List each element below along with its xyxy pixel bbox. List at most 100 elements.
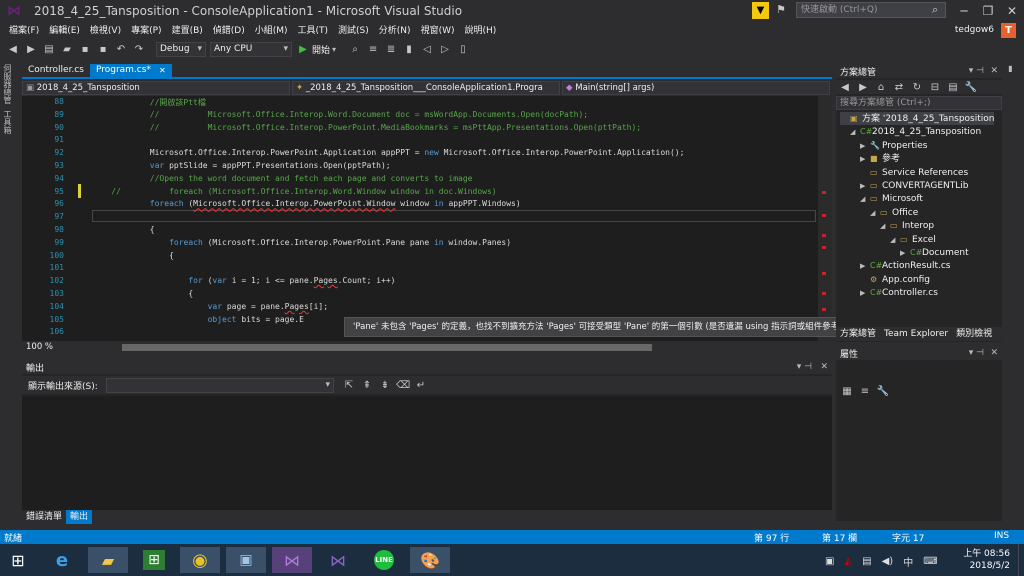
tab-controller-cs[interactable]: Controller.cs <box>22 64 90 77</box>
tree-node[interactable]: ▶ C#Controller.cs <box>860 286 938 299</box>
menu-item[interactable]: 說明(H) <box>459 22 501 40</box>
feedback-icon[interactable]: ⚑ <box>776 3 786 16</box>
store-icon[interactable]: ⊞ <box>134 547 174 573</box>
expand-toggle-icon[interactable]: ◢ <box>870 207 880 220</box>
quick-launch-input[interactable]: 快速啟動 (Ctrl+Q) <box>796 2 946 18</box>
method-select[interactable]: ◆ Main(string[] args) <box>562 81 830 95</box>
menu-item[interactable]: 建置(B) <box>167 22 208 40</box>
notification-flag-icon[interactable]: ▼ <box>752 2 769 19</box>
start-button[interactable]: 開始 <box>312 43 330 56</box>
show-all-icon[interactable]: ▤ <box>946 80 960 94</box>
keyboard-icon[interactable]: ⌨ <box>923 556 937 567</box>
close-icon[interactable]: ✕ <box>159 64 166 77</box>
menu-item[interactable]: 測試(S) <box>333 22 374 40</box>
open-folder-icon[interactable]: ▰ <box>60 42 74 56</box>
menu-item[interactable]: 編輯(E) <box>44 22 85 40</box>
horizontal-scrollbar[interactable] <box>122 344 652 351</box>
code-line[interactable]: foreach (Microsoft.Office.Interop.PowerP… <box>92 199 521 208</box>
comment-icon[interactable]: ≡ <box>366 42 380 56</box>
word-wrap-icon[interactable]: ↵ <box>414 378 428 392</box>
tab-output[interactable]: 輸出 <box>66 510 93 524</box>
redo-icon[interactable]: ↷ <box>132 42 146 56</box>
go-to-message-icon[interactable]: ⇱ <box>342 378 356 392</box>
tree-node[interactable]: ▶ C#ActionResult.cs <box>860 259 951 272</box>
tree-node[interactable]: ◢ ▭ Microsoft <box>860 192 923 205</box>
expand-toggle-icon[interactable]: ◢ <box>890 234 900 247</box>
code-line[interactable]: // Microsoft.Office.Interop.PowerPoint.M… <box>92 123 641 132</box>
output-text[interactable] <box>22 396 832 510</box>
start-icon[interactable]: ▶ <box>296 42 310 56</box>
bookmark-icon[interactable]: ▮ <box>402 42 416 56</box>
close-icon[interactable]: ✕ <box>990 66 998 76</box>
avatar[interactable]: T <box>1001 23 1016 38</box>
menu-item[interactable]: 工具(T) <box>293 22 334 40</box>
close-icon[interactable]: ✕ <box>990 348 998 358</box>
visual-studio-icon[interactable]: ⋈ <box>272 547 312 573</box>
user-name[interactable]: tedgow6 <box>955 25 994 35</box>
tray-app-icon[interactable]: ▣ <box>825 556 834 567</box>
pin-icon[interactable]: ▾ ⊣ <box>969 66 984 76</box>
expand-toggle-icon[interactable]: ◢ <box>880 220 890 233</box>
platform-select[interactable]: Any CPU <box>210 41 292 57</box>
code-line[interactable]: // Microsoft.Office.Interop.Word.Documen… <box>92 110 588 119</box>
code-line[interactable]: { <box>92 225 155 234</box>
tree-node[interactable]: ⚙ App.config <box>860 273 930 286</box>
show-desktop-button[interactable] <box>1018 544 1024 576</box>
close-icon[interactable]: ✕ <box>1000 1 1024 21</box>
prev-bookmark-icon[interactable]: ◁ <box>420 42 434 56</box>
file-explorer-icon[interactable]: ▰ <box>88 547 128 573</box>
clock[interactable]: 上午 08:56 2018/5/2 <box>962 548 1010 572</box>
tab-team-explorer[interactable]: Team Explorer <box>880 327 952 341</box>
save-icon[interactable]: ▪ <box>78 42 92 56</box>
volume-icon[interactable]: ◀) <box>882 556 894 567</box>
categorized-icon[interactable]: ▦ <box>840 384 854 398</box>
uncomment-icon[interactable]: ≣ <box>384 42 398 56</box>
refresh-icon[interactable]: ↻ <box>910 80 924 94</box>
forward-icon[interactable]: ▶ <box>24 42 38 56</box>
expand-toggle-icon[interactable]: ▶ <box>860 180 870 193</box>
home-icon[interactable]: ⌂ <box>874 80 888 94</box>
expand-toggle-icon[interactable]: ▶ <box>860 287 870 300</box>
code-line[interactable]: for (var i = 1; i <= pane.Pages.Count; i… <box>92 276 395 285</box>
visual-studio-installer-icon[interactable]: ⋈ <box>318 547 358 573</box>
menu-item[interactable]: 檔案(F) <box>4 22 44 40</box>
tab-program-cs[interactable]: Program.cs* ✕ <box>89 64 172 77</box>
menu-item[interactable]: 分析(N) <box>374 22 416 40</box>
save-all-icon[interactable]: ▪ <box>96 42 110 56</box>
collapse-icon[interactable]: ⊟ <box>928 80 942 94</box>
tray-antivirus-icon[interactable]: ◭ <box>844 556 852 567</box>
internet-explorer-icon[interactable]: e <box>42 547 82 573</box>
tree-node[interactable]: ▶ ▭ CONVERTAGENTLib <box>860 179 968 192</box>
zoom-level[interactable]: 100 % <box>26 342 53 352</box>
toolbox-tab[interactable]: 工具箱 <box>2 110 13 134</box>
tree-node[interactable]: ▭ Service References <box>860 166 968 179</box>
tree-node[interactable]: ▣ 方案 '2018_4_25_Tansposition <box>840 112 995 125</box>
close-icon[interactable]: ✕ <box>820 362 828 372</box>
editor-scrollbar[interactable] <box>818 96 832 341</box>
new-project-icon[interactable]: ▤ <box>42 42 56 56</box>
alphabetical-icon[interactable]: ≡ <box>858 384 872 398</box>
menu-item[interactable]: 小組(M) <box>250 22 293 40</box>
right-tool-tab[interactable]: ▮ <box>1006 64 1015 73</box>
restore-icon[interactable]: ❐ <box>976 1 1000 21</box>
tree-node[interactable]: ▶ C#Document <box>900 246 969 259</box>
code-line[interactable]: //開啟該Ptt檔 <box>92 97 206 108</box>
sync-icon[interactable]: ⇄ <box>892 80 906 94</box>
menu-item[interactable]: 檢視(V) <box>85 22 126 40</box>
code-editor[interactable]: 88 89 90 91 92 93 94 95 96 97 98 99 100 101 102 103 104 1… <box>22 96 832 341</box>
solution-search-input[interactable]: 搜尋方案總管 (Ctrl+;) <box>836 96 1002 110</box>
tree-node[interactable]: ◢ ▭ Office <box>870 206 918 219</box>
properties-icon[interactable]: 🔧 <box>964 80 978 94</box>
expand-toggle-icon[interactable]: ▶ <box>860 140 870 153</box>
tree-node[interactable]: ▶ ■ 參考 <box>860 152 900 165</box>
clear-all-icon[interactable]: ⌫ <box>396 378 410 392</box>
class-select[interactable]: ✦ _2018_4_25_Tansposition___ConsoleAppli… <box>292 81 560 95</box>
code-line[interactable]: var page = pane.Pages[i]; <box>92 302 328 311</box>
windows-start-icon[interactable]: ⊞ <box>0 547 36 573</box>
menu-item[interactable]: 視窗(W) <box>416 22 460 40</box>
property-pages-icon[interactable]: 🔧 <box>876 384 890 398</box>
minimize-icon[interactable]: ─ <box>952 1 976 21</box>
expand-toggle-icon[interactable]: ▶ <box>860 260 870 273</box>
chevron-down-icon[interactable]: ▾ <box>332 45 336 54</box>
tab-solution-explorer[interactable]: 方案總管 <box>836 327 880 341</box>
